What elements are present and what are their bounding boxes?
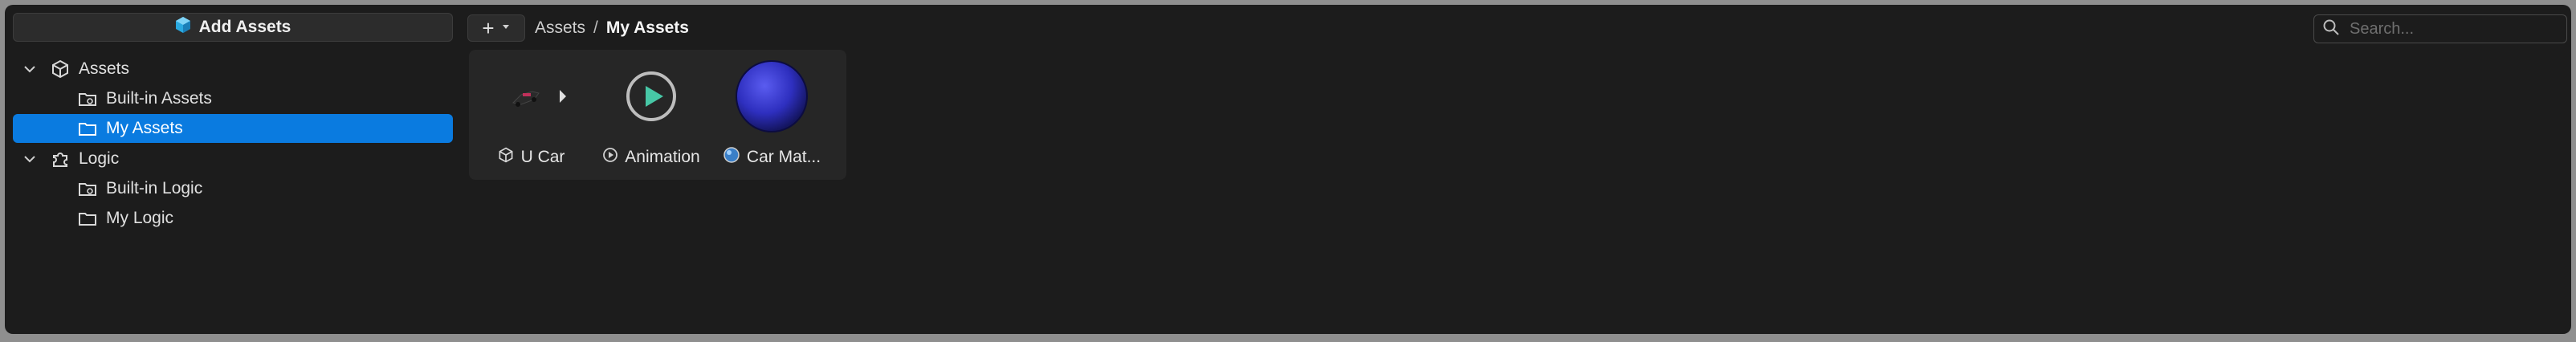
search-box[interactable] — [2313, 14, 2567, 43]
add-menu-button[interactable]: + — [467, 14, 525, 42]
breadcrumb-separator: / — [593, 18, 598, 37]
cube-icon — [50, 59, 71, 79]
tree-item-logic[interactable]: Logic — [21, 145, 119, 173]
asset-label: Car Mat... — [711, 145, 832, 170]
asset-label: Animation — [591, 145, 711, 170]
tree-item-label: Logic — [79, 149, 120, 168]
tree-item-label: Built-in Assets — [106, 89, 212, 108]
plus-icon: + — [482, 16, 495, 40]
tree-item-assets[interactable]: Assets — [21, 55, 129, 83]
add-assets-button[interactable]: Add Assets — [13, 13, 453, 42]
breadcrumb: Assets / My Assets — [535, 14, 689, 42]
box-icon — [175, 16, 191, 39]
folder-gear-icon — [77, 178, 98, 199]
puzzle-icon — [50, 149, 71, 169]
add-assets-label: Add Assets — [198, 18, 291, 36]
tree-item-built-in-logic[interactable]: Built-in Logic — [77, 174, 202, 203]
car-thumbnail — [471, 56, 591, 136]
caret-down-icon — [501, 21, 511, 35]
folder-icon — [77, 208, 98, 229]
folder-gear-icon — [77, 88, 98, 109]
asset-grid: U Car Animation Car Mat... — [469, 50, 846, 180]
tree-item-label: Built-in Logic — [106, 179, 203, 197]
tree-item-label: Assets — [79, 59, 130, 78]
asset-tile-car-material[interactable]: Car Mat... — [711, 50, 832, 180]
play-icon — [602, 147, 618, 168]
material-sphere-thumbnail — [711, 56, 832, 136]
tree-item-built-in-assets[interactable]: Built-in Assets — [77, 84, 212, 113]
material-icon — [723, 146, 740, 169]
search-input[interactable] — [2348, 18, 2552, 39]
tree-item-my-assets[interactable]: My Assets — [13, 114, 453, 143]
asset-tile-animation[interactable]: Animation — [591, 50, 711, 180]
asset-tile-u-car[interactable]: U Car — [471, 50, 591, 180]
tree-item-label: My Logic — [106, 209, 174, 227]
breadcrumb-my-assets: My Assets — [605, 18, 689, 37]
breadcrumb-assets[interactable]: Assets — [535, 18, 585, 38]
asset-browser-panel: Add Assets Assets Built-in Assets My Ass… — [5, 5, 2571, 334]
search-icon — [2322, 18, 2340, 40]
cube-icon — [497, 146, 515, 169]
chevron-down-icon[interactable] — [21, 60, 39, 78]
asset-label: U Car — [471, 145, 591, 170]
tree-item-my-logic[interactable]: My Logic — [77, 204, 173, 233]
animation-thumbnail — [591, 56, 711, 136]
tree-item-label: My Assets — [106, 119, 183, 137]
chevron-down-icon[interactable] — [21, 150, 39, 168]
folder-icon — [77, 118, 98, 139]
